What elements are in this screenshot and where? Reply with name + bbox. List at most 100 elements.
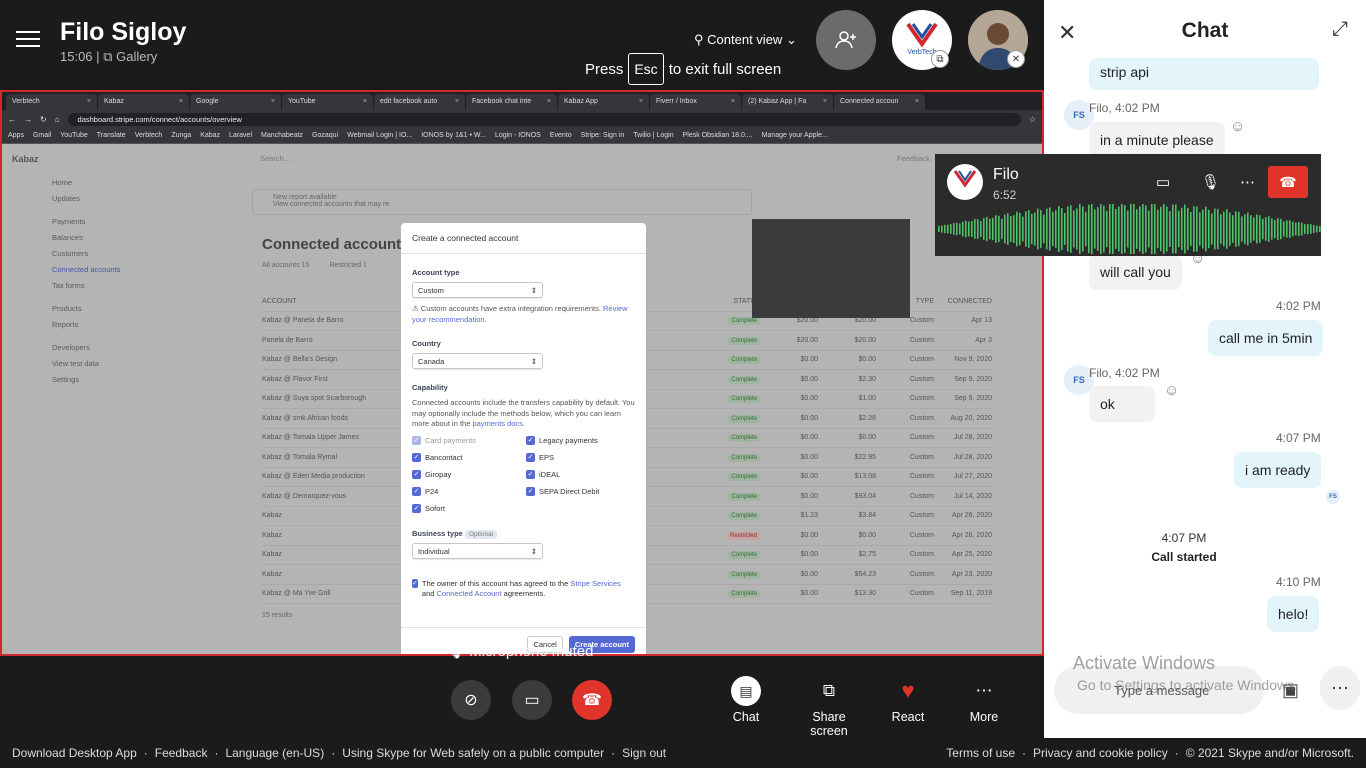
- browser-tab[interactable]: Kabaz ×: [98, 94, 189, 110]
- bookmark-item[interactable]: Plesk Obsidian 18.0....: [683, 132, 753, 139]
- close-icon[interactable]: ×: [823, 98, 827, 106]
- checkbox-icon[interactable]: ✓: [412, 452, 421, 462]
- add-participant-button[interactable]: [816, 10, 876, 70]
- bookmark-item[interactable]: Zunga: [171, 132, 191, 139]
- browser-tab[interactable]: edit facebook auto ×: [374, 94, 465, 110]
- checkbox-icon[interactable]: ✓: [412, 503, 421, 513]
- payment-method-checkbox[interactable]: ✓ Sofort: [412, 503, 526, 513]
- browser-tab[interactable]: Kabaz App ×: [558, 94, 649, 110]
- mute-button[interactable]: ⊘: [451, 680, 491, 720]
- bookmark-item[interactable]: IONOS by 1&1 • W...: [421, 132, 486, 139]
- bookmark-item[interactable]: Stripe: Sign in: [581, 132, 625, 139]
- stripe-nav-item[interactable]: Payments: [52, 217, 212, 226]
- connected-account-link[interactable]: Connected Account: [437, 589, 502, 598]
- footer-link[interactable]: Sign out: [622, 746, 666, 760]
- checkbox-icon[interactable]: ✓: [526, 435, 535, 445]
- video-camera-icon[interactable]: ▭: [1156, 173, 1170, 191]
- bookmark-item[interactable]: Translate: [97, 132, 126, 139]
- view-mode[interactable]: Gallery: [116, 49, 157, 64]
- close-icon[interactable]: ×: [271, 98, 275, 106]
- footer-link[interactable]: Download Desktop App: [12, 746, 137, 760]
- bookmark-item[interactable]: Login - IONOS: [495, 132, 541, 139]
- emoji-react-icon[interactable]: ☺: [1164, 382, 1179, 399]
- close-icon[interactable]: ×: [87, 98, 91, 106]
- checkbox-icon[interactable]: ✓: [526, 486, 535, 496]
- browser-tab[interactable]: Facebook chat inte ×: [466, 94, 557, 110]
- browser-tab[interactable]: Verbtech ×: [6, 94, 97, 110]
- payment-method-checkbox[interactable]: ✓ EPS: [526, 452, 640, 462]
- checkbox-icon[interactable]: ✓: [412, 486, 421, 496]
- stripe-services-link[interactable]: Stripe Services: [570, 579, 620, 588]
- react-button[interactable]: ♥ React: [885, 676, 931, 724]
- more-button[interactable]: ⋯ More: [962, 676, 1006, 724]
- bookmark-item[interactable]: Twilio | Login: [633, 132, 673, 139]
- checkbox-icon[interactable]: ✓: [412, 578, 418, 588]
- bookmark-item[interactable]: Gozaqui: [312, 132, 338, 139]
- payments-docs-link[interactable]: payments docs.: [472, 419, 525, 428]
- footer-link[interactable]: Language (en-US): [225, 746, 324, 760]
- footer-link[interactable]: Using Skype for Web safely on a public c…: [342, 746, 604, 760]
- stripe-filter-tab[interactable]: All accounts 15: [262, 262, 309, 269]
- expand-icon[interactable]: ⤢: [1332, 18, 1348, 41]
- bookmark-item[interactable]: Verbtech: [135, 132, 163, 139]
- content-view-dropdown[interactable]: ⚲ Content view ⌄: [694, 32, 797, 48]
- stripe-nav-item[interactable]: Updates: [52, 194, 212, 203]
- stripe-nav-item[interactable]: Settings: [52, 375, 212, 384]
- emoji-react-icon[interactable]: ☺: [1230, 118, 1245, 135]
- bookmark-item[interactable]: Evento: [550, 132, 572, 139]
- bookmark-item[interactable]: Apps: [8, 132, 24, 139]
- close-icon[interactable]: ×: [179, 98, 183, 106]
- stripe-nav-item[interactable]: Tax forms: [52, 281, 212, 290]
- close-icon[interactable]: ×: [731, 98, 735, 106]
- agreement-checkbox[interactable]: ✓ The owner of this account has agreed t…: [412, 578, 635, 600]
- checkbox-icon[interactable]: ✓: [412, 469, 421, 479]
- payment-method-checkbox[interactable]: ✓ Legacy payments: [526, 435, 640, 445]
- business-type-select[interactable]: Individual ⇕: [412, 542, 543, 559]
- end-call-button[interactable]: ☎: [1268, 166, 1308, 198]
- stripe-nav-item[interactable]: Balances: [52, 233, 212, 242]
- checkbox-icon[interactable]: ✓: [526, 469, 535, 479]
- stripe-nav-item[interactable]: Reports: [52, 320, 212, 329]
- footer-link[interactable]: Privacy and cookie policy: [1033, 746, 1168, 760]
- payment-method-checkbox[interactable]: ✓ P24: [412, 486, 526, 496]
- bookmark-item[interactable]: YouTube: [60, 132, 88, 139]
- country-select[interactable]: Canada ⇕: [412, 353, 543, 369]
- checkbox-icon[interactable]: ✓: [526, 452, 535, 462]
- stripe-nav-item[interactable]: View test data: [52, 359, 212, 368]
- bookmark-item[interactable]: Webmail Login | IO...: [347, 132, 412, 139]
- mini-call-window[interactable]: Filo 6:52 ▭ 🎙︎ ⋯ ☎: [935, 154, 1321, 256]
- more-icon[interactable]: ⋯: [1240, 173, 1255, 191]
- payment-method-checkbox[interactable]: ✓ SEPA Direct Debit: [526, 486, 640, 496]
- stripe-nav-item[interactable]: Developers: [52, 343, 212, 352]
- stripe-nav-item[interactable]: Home: [52, 178, 212, 187]
- close-icon[interactable]: ×: [639, 98, 643, 106]
- stripe-nav-item[interactable]: Connected accounts: [52, 265, 212, 274]
- bookmark-item[interactable]: Manage your Apple...: [762, 132, 828, 139]
- payment-method-checkbox[interactable]: ✓ Bancontact: [412, 452, 526, 462]
- bookmark-item[interactable]: Manchabeatz: [261, 132, 303, 139]
- close-icon[interactable]: ×: [547, 98, 551, 106]
- share-screen-button[interactable]: ⧉ Share screen: [792, 676, 866, 738]
- browser-tab[interactable]: YouTube ×: [282, 94, 373, 110]
- browser-tab[interactable]: Fiverr / Inbox ×: [650, 94, 741, 110]
- close-icon[interactable]: ×: [363, 98, 367, 106]
- stripe-nav-item[interactable]: Products: [52, 304, 212, 313]
- browser-tab[interactable]: (2) Kabaz App | Fa ×: [742, 94, 833, 110]
- stripe-nav-item[interactable]: Customers: [52, 249, 212, 258]
- more-options-icon[interactable]: ⋯: [1320, 666, 1360, 710]
- payment-method-checkbox[interactable]: ✓ Giropay: [412, 469, 526, 479]
- stripe-filter-tab[interactable]: Restricted 1: [329, 262, 366, 269]
- bookmark-item[interactable]: Gmail: [33, 132, 51, 139]
- payment-method-checkbox[interactable]: ✓ iDEAL: [526, 469, 640, 479]
- close-icon[interactable]: ×: [455, 98, 459, 106]
- browser-tab[interactable]: Connected accoun ×: [834, 94, 925, 110]
- bookmark-item[interactable]: Kabaz: [200, 132, 220, 139]
- footer-link[interactable]: Terms of use: [946, 746, 1015, 760]
- browser-tab[interactable]: Google ×: [190, 94, 281, 110]
- account-type-select[interactable]: Custom ⇕: [412, 282, 543, 298]
- microphone-icon[interactable]: 🎙︎: [1201, 173, 1220, 191]
- video-toggle-button[interactable]: ▭: [512, 680, 552, 720]
- menu-icon[interactable]: [16, 26, 40, 50]
- bookmark-item[interactable]: Laravel: [229, 132, 252, 139]
- end-call-button[interactable]: ☎: [572, 680, 612, 720]
